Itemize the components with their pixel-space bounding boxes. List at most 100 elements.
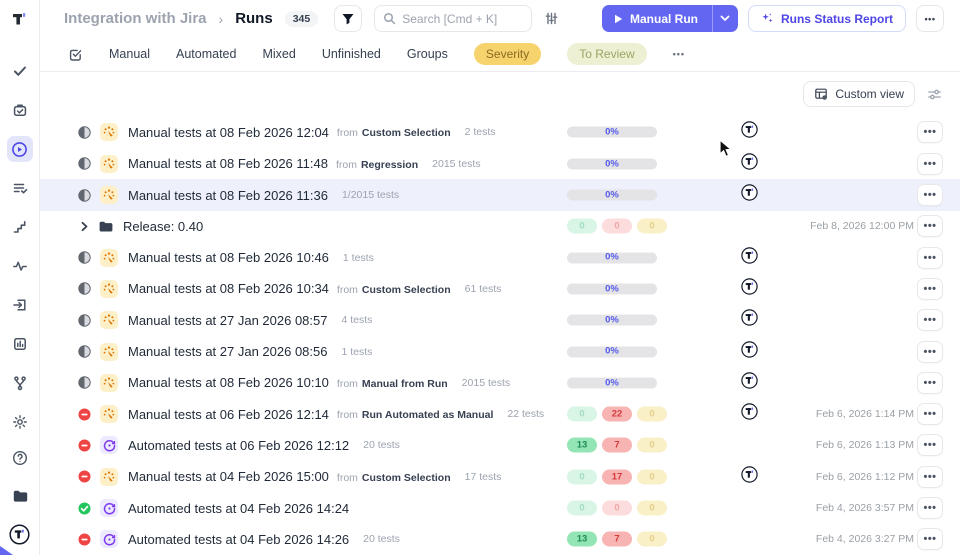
filter-button[interactable]: [334, 5, 363, 33]
row-menu-button[interactable]: •••: [917, 309, 943, 332]
row-menu-button[interactable]: •••: [917, 184, 943, 207]
run-title[interactable]: Manual tests at 27 Jan 2026 08:57: [128, 313, 327, 328]
assignee-avatar[interactable]: [741, 121, 758, 143]
runs-status-report-button[interactable]: Runs Status Report: [747, 5, 906, 33]
run-title[interactable]: Manual tests at 27 Jan 2026 08:56: [128, 344, 327, 359]
assignee-avatar[interactable]: [741, 278, 758, 300]
run-row[interactable]: Manual tests at 27 Jan 2026 08:57 4 test…: [40, 305, 960, 336]
sidebar-item-suites[interactable]: [7, 97, 33, 123]
run-row[interactable]: Manual tests at 08 Feb 2026 10:46 1 test…: [40, 242, 960, 273]
sidebar-item-milestones[interactable]: [7, 214, 33, 240]
run-title[interactable]: Manual tests at 06 Feb 2026 12:14: [128, 407, 329, 422]
assignee-avatar[interactable]: [741, 403, 758, 425]
run-title[interactable]: Automated tests at 04 Feb 2026 14:24: [128, 501, 349, 516]
custom-view-button[interactable]: Custom view: [803, 81, 915, 108]
user-avatar[interactable]: [7, 521, 33, 547]
search-input[interactable]: [402, 11, 513, 26]
page-header: Integration with Jira › Runs 345 Manual …: [40, 0, 960, 38]
breadcrumb-project[interactable]: Integration with Jira: [64, 10, 207, 27]
run-date: Feb 6, 2026 1:12 PM: [815, 470, 914, 483]
run-row[interactable]: Automated tests at 04 Feb 2026 14:24 0 0…: [40, 492, 960, 523]
header-more-button[interactable]: •••: [916, 5, 944, 33]
failed-count-pill: 22: [602, 406, 632, 422]
tab-mixed[interactable]: Mixed: [262, 47, 295, 61]
sidebar-item-reports[interactable]: [7, 331, 33, 357]
tab-groups[interactable]: Groups: [407, 47, 448, 61]
run-title[interactable]: Automated tests at 06 Feb 2026 12:12: [128, 438, 349, 453]
run-tests-count: 2015 tests: [432, 157, 481, 170]
sidebar-item-analytics[interactable]: [7, 253, 33, 279]
view-adjustments-icon[interactable]: [544, 11, 559, 26]
expand-chevron-icon[interactable]: [78, 221, 91, 232]
search-box[interactable]: [374, 5, 533, 33]
row-menu-button[interactable]: •••: [917, 528, 943, 551]
run-row[interactable]: Manual tests at 06 Feb 2026 12:14 from Ru…: [40, 399, 960, 430]
manual-run-dropdown-button[interactable]: [711, 5, 738, 33]
run-row[interactable]: Manual tests at 08 Feb 2026 12:04 from Cu…: [40, 117, 960, 148]
assignee-avatar[interactable]: [741, 153, 758, 175]
run-row[interactable]: Manual tests at 08 Feb 2026 10:34 from Cu…: [40, 273, 960, 304]
tabs-more-button[interactable]: •••: [673, 49, 685, 59]
run-row[interactable]: Manual tests at 08 Feb 2026 11:36 1/2015…: [40, 179, 960, 211]
assignee-avatar[interactable]: [741, 372, 758, 394]
run-source: Run Automated as Manual: [361, 409, 494, 422]
select-all-icon[interactable]: [68, 47, 83, 62]
assignee-avatar[interactable]: [741, 309, 758, 331]
run-title[interactable]: Manual tests at 04 Feb 2026 15:00: [128, 469, 329, 484]
row-menu-button[interactable]: •••: [917, 246, 943, 269]
row-menu-button[interactable]: •••: [917, 152, 943, 175]
progress-percent: 0%: [605, 283, 619, 295]
run-row[interactable]: Manual tests at 08 Feb 2026 10:10 from Ma…: [40, 367, 960, 398]
tab-unfinished[interactable]: Unfinished: [322, 47, 381, 61]
row-menu-button[interactable]: •••: [917, 497, 943, 520]
sidebar-item-settings[interactable]: [7, 409, 33, 435]
assignee-avatar[interactable]: [741, 340, 758, 363]
progress-percent: 0%: [605, 251, 619, 263]
row-menu-button[interactable]: •••: [917, 277, 943, 300]
row-menu-button[interactable]: •••: [917, 465, 943, 488]
sidebar-item-tests[interactable]: [7, 58, 33, 84]
run-tests-count: 4 tests: [341, 314, 373, 327]
app-logo-icon[interactable]: [10, 9, 30, 34]
result-pills: 0 17 0: [567, 469, 667, 485]
run-title[interactable]: Automated tests at 04 Feb 2026 14:26: [128, 532, 349, 547]
assignee-avatar[interactable]: [741, 184, 758, 206]
row-menu-button[interactable]: •••: [917, 215, 943, 238]
run-title[interactable]: Release: 0.40: [123, 219, 203, 234]
row-menu-button[interactable]: •••: [917, 403, 943, 426]
run-title[interactable]: Manual tests at 08 Feb 2026 11:36: [128, 188, 328, 203]
run-title[interactable]: Manual tests at 08 Feb 2026 10:10: [128, 375, 329, 390]
run-title[interactable]: Manual tests at 08 Feb 2026 12:04: [128, 125, 329, 140]
sidebar-item-plans[interactable]: [7, 175, 33, 201]
sidebar-item-runs[interactable]: [6, 136, 33, 162]
tab-to-review[interactable]: To Review: [567, 43, 647, 66]
columns-settings-icon[interactable]: [927, 87, 942, 102]
run-source-wrap: from Custom Selection: [337, 468, 451, 486]
assignee-avatar[interactable]: [741, 246, 758, 269]
run-source: Manual from Run: [361, 377, 448, 390]
run-row[interactable]: Automated tests at 06 Feb 2026 12:12 20 …: [40, 430, 960, 461]
status-inprogress-icon: [78, 282, 91, 296]
run-row[interactable]: Automated tests at 04 Feb 2026 14:26 20 …: [40, 524, 960, 555]
row-menu-button[interactable]: •••: [917, 434, 943, 457]
run-title[interactable]: Manual tests at 08 Feb 2026 10:34: [128, 281, 329, 296]
tab-automated[interactable]: Automated: [176, 47, 236, 61]
run-row[interactable]: Manual tests at 27 Jan 2026 08:56 1 test…: [40, 336, 960, 367]
manual-run-split-button: Manual Run: [601, 5, 738, 33]
row-menu-button[interactable]: •••: [917, 340, 943, 363]
sidebar-item-pull[interactable]: [7, 292, 33, 318]
row-menu-button[interactable]: •••: [917, 371, 943, 394]
run-row[interactable]: Manual tests at 08 Feb 2026 11:48 from Re…: [40, 148, 960, 179]
tab-manual[interactable]: Manual: [109, 47, 150, 61]
run-title[interactable]: Manual tests at 08 Feb 2026 10:46: [128, 250, 329, 265]
tab-severity[interactable]: Severity: [473, 43, 542, 66]
sidebar-item-branches[interactable]: [7, 370, 33, 396]
run-row[interactable]: Release: 0.40 0 0 0 Feb 8, 2026 12:00 PM…: [40, 211, 960, 242]
row-menu-button[interactable]: •••: [917, 121, 943, 144]
projects-folder-button[interactable]: [7, 483, 33, 509]
run-row[interactable]: Manual tests at 04 Feb 2026 15:00 from Cu…: [40, 461, 960, 492]
manual-run-button[interactable]: Manual Run: [601, 5, 712, 33]
assignee-avatar[interactable]: [741, 466, 758, 488]
help-button[interactable]: [7, 445, 33, 471]
run-title[interactable]: Manual tests at 08 Feb 2026 11:48: [128, 156, 328, 171]
